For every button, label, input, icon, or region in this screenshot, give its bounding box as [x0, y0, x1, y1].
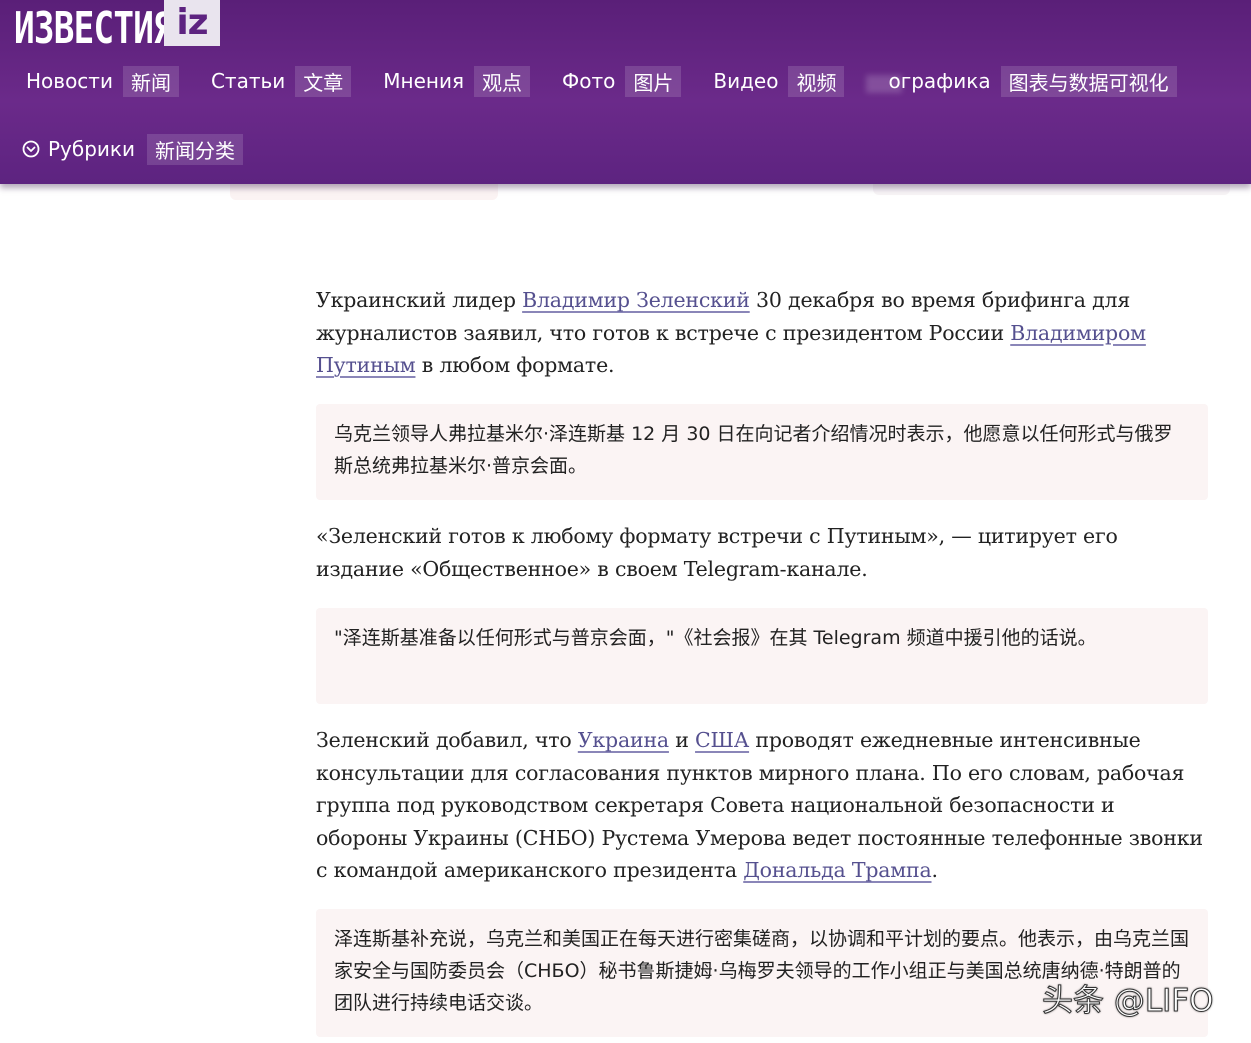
nav-label-zh: 图片	[625, 65, 682, 97]
watermark: 头条 @LIFO	[1042, 983, 1214, 1020]
paragraph-text: .	[931, 858, 939, 882]
nav-label-zh: 图表与数据可视化	[1000, 65, 1177, 97]
nav-item-photo[interactable]: Фото 图片	[552, 65, 682, 97]
nav-item-opinions[interactable]: Мнения 观点	[373, 65, 531, 97]
link-ukraine[interactable]: Украина	[578, 728, 669, 752]
nav-label-zh: 观点	[474, 65, 531, 97]
translation-box: "泽连斯基准备以任何形式与普京会面，"《社会报》在其 Telegram 频道中援…	[316, 608, 1208, 704]
paragraph-text: и	[668, 728, 696, 752]
rubrics-menu[interactable]: Рубрики 新闻分类	[22, 133, 244, 165]
nav-label-ru: Видео	[713, 69, 779, 93]
nav-label-ru: Мнения	[383, 69, 465, 93]
paragraph-text: Украинский лидер	[316, 288, 523, 312]
chevron-down-circle-icon	[22, 140, 40, 158]
nav-label-ru: Статьи	[210, 69, 286, 93]
nav-label-ru: Фото	[562, 69, 616, 93]
nav-item-articles[interactable]: Статьи 文章	[201, 65, 352, 97]
article-paragraph: Зеленский добавил, что Украина и США про…	[316, 724, 1208, 887]
link-trump[interactable]: Дональда Трампа	[743, 858, 931, 882]
nav-label-zh: 视频	[788, 65, 845, 97]
article-paragraph: Украинский лидер Владимир Зеленский 30 д…	[316, 284, 1208, 382]
nav-label-ru: ографика	[866, 69, 1000, 93]
translation-box: 乌克兰领导人弗拉基米尔·泽连斯基 12 月 30 日在向记者介绍情况时表示，他愿…	[316, 404, 1208, 500]
rubrics-label-ru: Рубрики	[48, 137, 136, 161]
nav-item-video[interactable]: Видео 视频	[703, 65, 845, 97]
nav-item-news[interactable]: Новости 新闻	[16, 65, 179, 97]
nav-label-zh: 文章	[295, 65, 352, 97]
paragraph-text: в любом формате.	[415, 353, 615, 377]
nav-label-ru: Новости	[26, 69, 113, 93]
paragraph-text: Зеленский добавил, что	[316, 728, 578, 752]
logo-badge[interactable]: iz	[164, 0, 220, 46]
logo-text: ИЗВЕСТИЯ	[14, 3, 174, 54]
site-header: ИЗВЕСТИЯ iz Новости 新闻 Статьи 文章 Мнения …	[0, 0, 1251, 184]
link-zelensky[interactable]: Владимир Зеленский	[522, 288, 750, 312]
article-paragraph: «Зеленский готов к любому формату встреч…	[316, 524, 1118, 581]
link-usa[interactable]: США	[695, 728, 749, 752]
main-nav: Новости 新闻 Статьи 文章 Мнения 观点 Фото 图片 В…	[16, 64, 1199, 98]
nav-label-zh: 新闻	[122, 65, 179, 97]
nav-item-infographics[interactable]: ографика 图表与数据可视化	[866, 65, 1177, 97]
rubrics-label-zh: 新闻分类	[147, 133, 244, 165]
